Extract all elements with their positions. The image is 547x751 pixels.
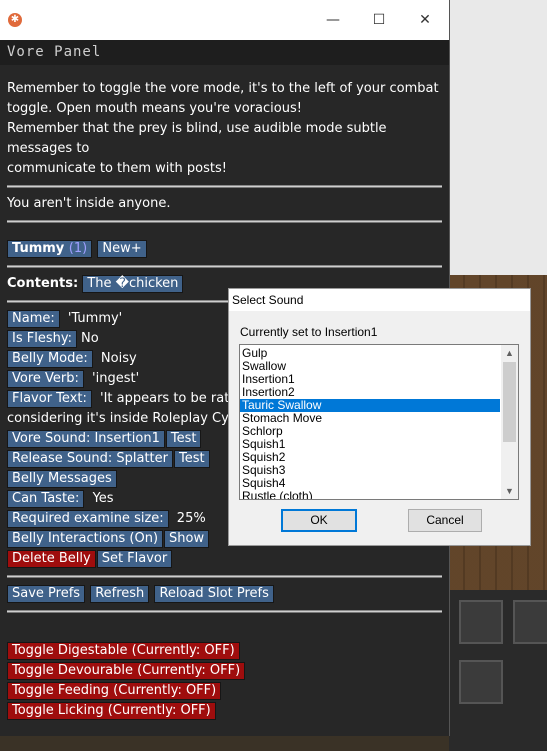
panel-title: Vore Panel (0, 40, 449, 65)
divider (7, 610, 442, 613)
vore-verb-button[interactable]: Vore Verb: (7, 370, 84, 388)
ok-button[interactable]: OK (281, 509, 357, 532)
divider (7, 265, 442, 268)
hud-slot-1[interactable] (459, 600, 503, 644)
game-wall (449, 0, 547, 275)
location-status: You aren't inside anyone. (7, 196, 171, 211)
name-value: 'Tummy' (67, 311, 123, 326)
listbox-scrollbar[interactable]: ▲ ▼ (501, 345, 518, 499)
close-button[interactable]: ✕ (402, 8, 448, 32)
divider (7, 185, 442, 188)
prefs-row: Save Prefs Refresh Reload Slot Prefs (7, 584, 442, 604)
divider (7, 575, 442, 578)
flavor-text-button[interactable]: Flavor Text: (7, 390, 92, 408)
test-vore-sound-button[interactable]: Test (165, 430, 202, 448)
toggle-digestable-button[interactable]: Toggle Digestable (Currently: OFF) (7, 642, 240, 660)
name-button[interactable]: Name: (7, 310, 60, 328)
fleshy-button[interactable]: Is Fleshy: (7, 330, 77, 348)
delete-row: Delete Belly Set Flavor (7, 549, 442, 569)
maximize-button[interactable]: ☐ (356, 8, 402, 32)
select-sound-dialog: Select Sound Currently set to Insertion1… (228, 288, 531, 546)
new-belly-button[interactable]: New+ (97, 240, 147, 258)
intro-line: Remember to toggle the vore mode, it's t… (7, 81, 439, 96)
save-prefs-button[interactable]: Save Prefs (7, 585, 86, 603)
belly-interactions-button[interactable]: Belly Interactions (On) (7, 530, 164, 548)
delete-belly-button[interactable]: Delete Belly (7, 550, 96, 568)
belly-mode-button[interactable]: Belly Mode: (7, 350, 93, 368)
toggle-licking-button[interactable]: Toggle Licking (Currently: OFF) (7, 702, 216, 720)
vore-verb-value: 'ingest' (92, 371, 140, 386)
toggle-row: Toggle Devourable (Currently: OFF) (7, 661, 442, 681)
set-flavor-button[interactable]: Set Flavor (96, 550, 173, 568)
examine-size-button[interactable]: Required examine size: (7, 510, 169, 528)
tab-tummy[interactable]: Tummy (1) (7, 240, 93, 258)
vore-sound-button[interactable]: Vore Sound: Insertion1 (7, 430, 165, 448)
show-interactions-button[interactable]: Show (164, 530, 210, 548)
tab-label: Tummy (12, 241, 65, 256)
sound-option[interactable]: Rustle (cloth) (240, 490, 500, 500)
can-taste-button[interactable]: Can Taste: (7, 490, 85, 508)
scroll-down-icon[interactable]: ▼ (501, 483, 518, 499)
intro-line: toggle. Open mouth means you're voraciou… (7, 101, 302, 116)
belly-mode-value: Noisy (100, 351, 137, 366)
scroll-up-icon[interactable]: ▲ (501, 345, 518, 361)
hud-slot-3[interactable] (513, 600, 547, 644)
flavor-text-value: 'It appears to be rathe (100, 391, 246, 406)
content-item-button[interactable]: The �chicken (82, 275, 184, 293)
current-sound-label: Currently set to Insertion1 (240, 325, 378, 339)
minimize-button[interactable]: — (310, 8, 356, 32)
reload-slot-prefs-button[interactable]: Reload Slot Prefs (154, 585, 274, 603)
divider (7, 220, 442, 223)
sound-listbox[interactable]: Gulp Swallow Insertion1 Insertion2 Tauric Sw… (239, 344, 519, 500)
belly-tabs: Tummy (1) New+ (7, 239, 442, 259)
intro-text: Remember to toggle the vore mode, it's t… (7, 65, 442, 179)
belly-messages-button[interactable]: Belly Messages (7, 470, 117, 488)
toggle-row: Toggle Feeding (Currently: OFF) (7, 681, 442, 701)
hud-slot-2[interactable] (459, 660, 503, 704)
toggle-row: Toggle Digestable (Currently: OFF) (7, 641, 442, 661)
scroll-thumb[interactable] (503, 362, 516, 442)
contents-label: Contents: (7, 276, 79, 291)
examine-size-value: 25% (176, 511, 206, 526)
intro-line: Remember that the prey is blind, use aud… (7, 121, 387, 156)
dialog-title: Select Sound (229, 289, 530, 311)
intro-line: communicate to them with posts! (7, 161, 227, 176)
fleshy-value: No (80, 331, 99, 346)
toggle-devourable-button[interactable]: Toggle Devourable (Currently: OFF) (7, 662, 246, 680)
cancel-button[interactable]: Cancel (408, 509, 482, 532)
title-bar: ✱ — ☐ ✕ (0, 0, 449, 40)
test-release-sound-button[interactable]: Test (174, 450, 210, 468)
sound-list: Gulp Swallow Insertion1 Insertion2 Tauric Sw… (240, 347, 500, 500)
toggle-feeding-button[interactable]: Toggle Feeding (Currently: OFF) (7, 682, 222, 700)
tab-count: (1) (68, 241, 88, 256)
app-icon: ✱ (8, 13, 22, 27)
can-taste-value: Yes (92, 491, 114, 506)
refresh-button[interactable]: Refresh (90, 585, 150, 603)
release-sound-button[interactable]: Release Sound: Splatter (7, 450, 173, 468)
toggle-row: Toggle Licking (Currently: OFF) (7, 701, 442, 721)
